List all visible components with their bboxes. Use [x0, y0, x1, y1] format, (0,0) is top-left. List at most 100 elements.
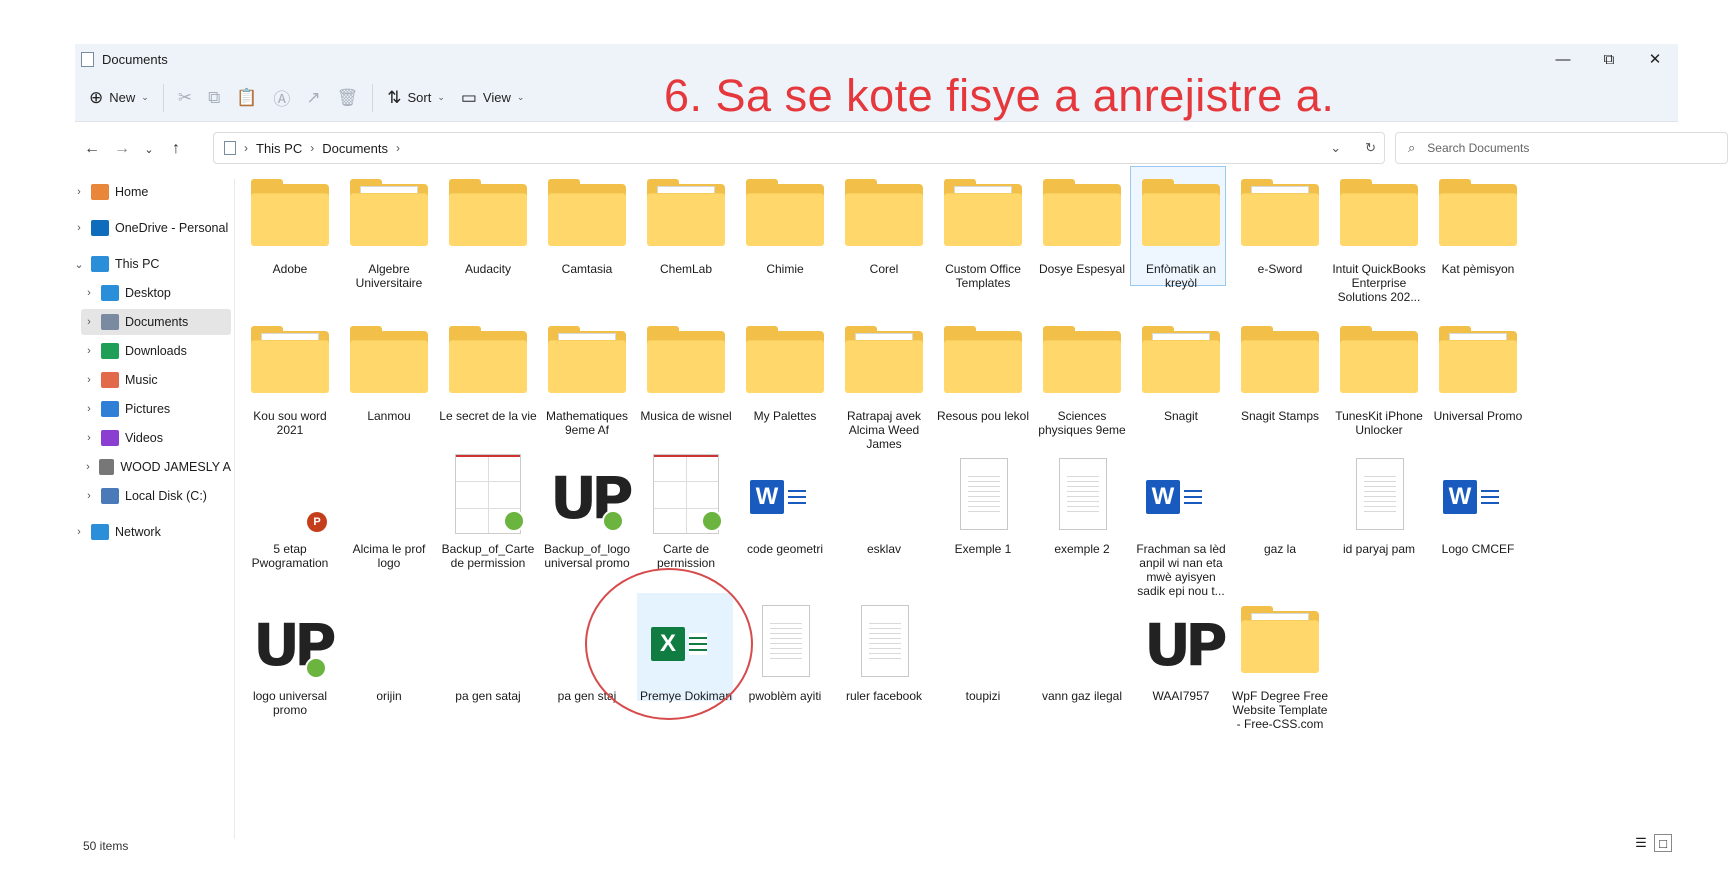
folder-item[interactable]: ChemLab: [637, 174, 735, 276]
folder-item[interactable]: Algebre Universitaire: [340, 174, 438, 290]
sidebar-item-local-disk-c[interactable]: › Local Disk (C:): [81, 483, 231, 509]
file-item[interactable]: Wcode geometri: [736, 454, 834, 556]
breadcrumb-this-pc[interactable]: This PC: [256, 141, 302, 156]
file-item[interactable]: toupizi: [934, 601, 1032, 703]
file-item[interactable]: id paryaj pam: [1330, 454, 1428, 556]
folder-item[interactable]: Chimie: [736, 174, 834, 276]
file-item[interactable]: Backup_of_Carte de permission: [439, 454, 537, 570]
share-button[interactable]: ↗: [298, 82, 328, 114]
minimize-button[interactable]: —: [1540, 44, 1586, 74]
folder-icon: [1237, 601, 1323, 681]
folder-item[interactable]: Musica de wisnel: [637, 321, 735, 423]
chevron-right-icon[interactable]: ›: [81, 345, 97, 357]
file-item[interactable]: Exemple 1: [934, 454, 1032, 556]
chevron-right-icon[interactable]: ›: [81, 461, 95, 473]
chevron-right-icon[interactable]: ›: [71, 222, 87, 234]
delete-button[interactable]: 🗑: [329, 82, 367, 114]
file-item[interactable]: pa gen sataj: [439, 601, 537, 703]
folder-item[interactable]: Snagit: [1132, 321, 1230, 423]
file-item[interactable]: ruler facebook: [835, 601, 933, 703]
file-item[interactable]: gaz la: [1231, 454, 1329, 556]
close-button[interactable]: ✕: [1632, 44, 1678, 74]
sidebar-item-documents[interactable]: › Documents: [81, 309, 231, 335]
folder-item[interactable]: Universal Promo: [1429, 321, 1527, 423]
file-item[interactable]: Alcima le prof logo: [340, 454, 438, 570]
sidebar-item-pictures[interactable]: › Pictures: [81, 396, 231, 422]
folder-item[interactable]: Kou sou word 2021: [241, 321, 339, 437]
sidebar-item-videos[interactable]: › Videos: [81, 425, 231, 451]
chevron-right-icon[interactable]: ›: [71, 186, 87, 198]
chevron-down-icon[interactable]: ⌄: [71, 258, 87, 271]
sidebar-item-music[interactable]: › Music: [81, 367, 231, 393]
file-item[interactable]: W Logo CMCEF: [1429, 454, 1527, 556]
sidebar-item-home[interactable]: › Home: [71, 179, 231, 205]
file-item[interactable]: UP Backup_of_logo universal promo: [538, 454, 636, 570]
search-box[interactable]: ⌕ Search Documents: [1395, 132, 1728, 164]
address-bar[interactable]: › This PC › Documents › ⌄ ↻: [213, 132, 1385, 164]
folder-item[interactable]: Lanmou: [340, 321, 438, 423]
chevron-right-icon[interactable]: ›: [81, 287, 97, 299]
copy-button[interactable]: ⧉: [200, 82, 228, 114]
sidebar-item-wood-jamesly-a[interactable]: › WOOD JAMESLY A: [81, 454, 231, 480]
sidebar-item-network[interactable]: › Network: [71, 519, 231, 545]
folder-item[interactable]: Dosye Espesyal: [1033, 174, 1131, 276]
file-item[interactable]: orijin: [340, 601, 438, 703]
details-view-button[interactable]: ☰: [1632, 834, 1650, 852]
sort-button[interactable]: ⇅ Sort ⌄: [379, 82, 453, 114]
folder-item[interactable]: Sciences physiques 9eme: [1033, 321, 1131, 437]
folder-item[interactable]: TunesKit iPhone Unlocker: [1330, 321, 1428, 437]
folder-item[interactable]: Kat pèmisyon: [1429, 174, 1527, 276]
folder-item[interactable]: Resous pou lekol: [934, 321, 1032, 423]
file-item[interactable]: UP WAAI7957: [1132, 601, 1230, 703]
chevron-down-icon[interactable]: ⌄: [1330, 140, 1341, 156]
sidebar-item-desktop[interactable]: › Desktop: [81, 280, 231, 306]
sidebar-item-onedrive-personal[interactable]: › OneDrive - Personal: [71, 215, 231, 241]
lines: [1481, 486, 1499, 508]
folder-item[interactable]: e-Sword: [1231, 174, 1329, 276]
search-input[interactable]: Search Documents: [1427, 141, 1529, 155]
file-item[interactable]: UP logo universal promo: [241, 601, 339, 717]
file-item[interactable]: esklav: [835, 454, 933, 556]
breadcrumb-documents[interactable]: Documents: [322, 141, 388, 156]
folder-item[interactable]: Mathematiques 9eme Af: [538, 321, 636, 437]
folder-item[interactable]: Corel: [835, 174, 933, 276]
image-thumbnail: [1237, 454, 1323, 534]
paste-button[interactable]: 📋: [228, 82, 265, 114]
rename-button[interactable]: Ⓐ: [265, 82, 298, 114]
folder-item[interactable]: WpF Degree Free Website Template - Free-…: [1231, 601, 1329, 731]
chevron-right-icon[interactable]: ›: [81, 490, 97, 502]
file-item[interactable]: P 5 etap Pwogramation: [241, 454, 339, 570]
maximize-button[interactable]: ⧉: [1586, 44, 1632, 74]
recent-locations-button[interactable]: ⌄: [137, 134, 161, 164]
new-button[interactable]: ⊕ New ⌄: [81, 82, 157, 114]
forward-button[interactable]: →: [107, 134, 137, 164]
sidebar-item-downloads[interactable]: › Downloads: [81, 338, 231, 364]
chevron-right-icon[interactable]: ›: [81, 374, 97, 386]
file-item[interactable]: Carte de permission: [637, 454, 735, 570]
chevron-right-icon[interactable]: ›: [81, 403, 97, 415]
folder-item[interactable]: My Palettes: [736, 321, 834, 423]
folder-item[interactable]: Custom Office Templates: [934, 174, 1032, 290]
up-button[interactable]: ↑: [161, 134, 191, 164]
sidebar-item-this-pc[interactable]: ⌄ This PC: [71, 251, 231, 277]
chevron-right-icon[interactable]: ›: [81, 316, 97, 328]
folder-item[interactable]: Adobe: [241, 174, 339, 276]
chevron-right-icon[interactable]: ›: [71, 526, 87, 538]
folder-item[interactable]: Camtasia: [538, 174, 636, 276]
back-button[interactable]: ←: [77, 134, 107, 164]
folder-item[interactable]: Enfòmatik an kreyòl: [1132, 174, 1230, 290]
file-item[interactable]: vann gaz ilegal: [1033, 601, 1131, 703]
folder-item[interactable]: Le secret de la vie: [439, 321, 537, 423]
refresh-icon[interactable]: ↻: [1365, 140, 1376, 156]
folder-item[interactable]: Ratrapaj avek Alcima Weed James: [835, 321, 933, 451]
cut-button[interactable]: ✂: [170, 82, 200, 114]
folder-item[interactable]: Snagit Stamps: [1231, 321, 1329, 423]
chevron-right-icon[interactable]: ›: [81, 432, 97, 444]
file-item[interactable]: exemple 2: [1033, 454, 1131, 556]
folder-item[interactable]: Intuit QuickBooks Enterprise Solutions 2…: [1330, 174, 1428, 304]
chevron-right-icon: ›: [395, 141, 400, 155]
file-item[interactable]: W Frachman sa lèd anpil wi nan eta mwè ay…: [1132, 454, 1230, 598]
folder-item[interactable]: Audacity: [439, 174, 537, 276]
view-button[interactable]: ▭ View ⌄: [453, 82, 533, 114]
icons-view-button[interactable]: □: [1654, 834, 1672, 852]
